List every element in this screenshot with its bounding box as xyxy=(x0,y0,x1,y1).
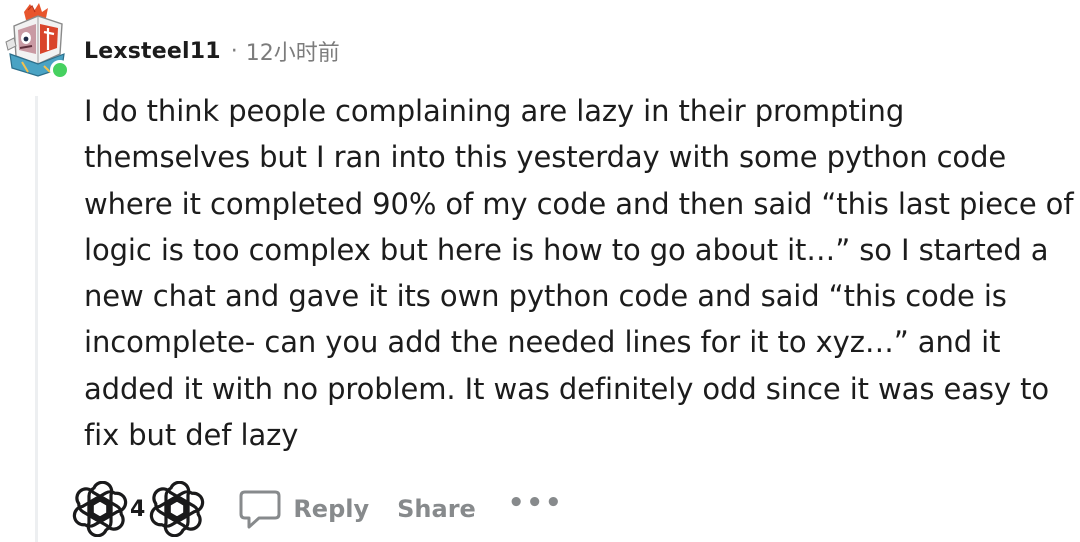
vote-count: 4 xyxy=(130,496,146,522)
comment-header: Lexsteel11 · 12小时前 xyxy=(84,34,340,68)
username-link[interactable]: Lexsteel11 xyxy=(84,39,221,64)
upvote-openai-logo-icon[interactable] xyxy=(72,480,128,538)
downvote-openai-logo-icon[interactable] xyxy=(149,480,205,538)
online-status-dot xyxy=(50,60,70,80)
comment-body: I do think people complaining are lazy i… xyxy=(84,94,1074,453)
timestamp[interactable]: 12小时前 xyxy=(246,35,340,67)
comment: Lexsteel11 · 12小时前 I do think people com… xyxy=(0,0,1080,542)
more-options-button[interactable]: ••• xyxy=(508,488,564,518)
share-button[interactable]: Share xyxy=(397,495,476,523)
reply-label: Reply xyxy=(293,495,370,523)
speech-bubble-icon xyxy=(237,486,283,532)
avatar[interactable] xyxy=(4,2,72,80)
reply-button[interactable]: Reply xyxy=(237,486,369,532)
separator-dot: · xyxy=(230,38,238,64)
thread-line[interactable] xyxy=(35,96,38,542)
action-bar: 4 Reply Share ••• xyxy=(72,480,564,538)
